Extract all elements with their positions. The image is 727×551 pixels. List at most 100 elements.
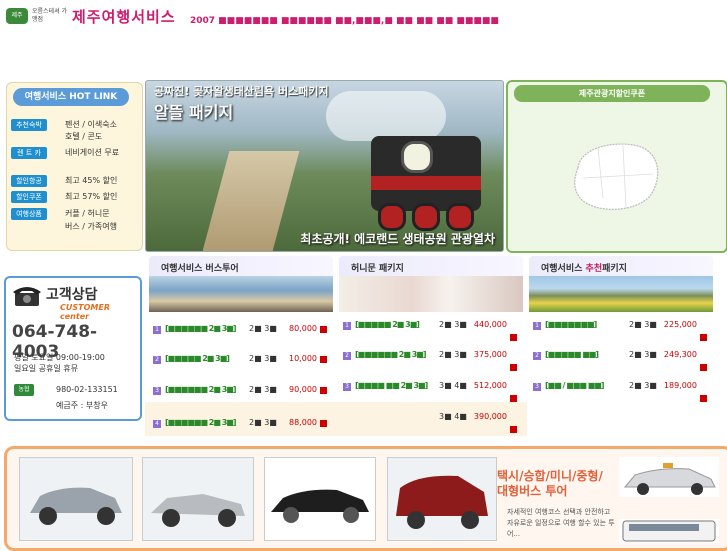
main-banner[interactable]: 공짜진! 곶자왈생태산림욕 버스패키지 알뜰 패키지 최초공개! 에코랜드 생태… xyxy=(145,80,504,252)
package-name[interactable]: [■■■■■ 2■ 3■] xyxy=(165,354,230,363)
hotlink-item-hotel[interactable]: 호텔 / 콘도 xyxy=(11,131,139,145)
logo-subtext: 오름스테셔 가맹점 xyxy=(32,8,68,23)
hours-holiday: 일요일 공휴일 휴뮤 xyxy=(14,364,78,373)
column-header: 여행서비스 추천패키지 xyxy=(529,256,713,276)
package-name[interactable]: [■■■■■ ■■] xyxy=(545,350,599,359)
hotlink-text[interactable]: 커플 / 허니문 xyxy=(65,208,110,220)
package-row[interactable]: 2 [■■■■■ 2■ 3■] 2■ 3■ 10,000 xyxy=(153,354,329,368)
package-number: 1 xyxy=(343,322,351,330)
package-price: 225,000 xyxy=(663,320,697,329)
package-row[interactable]: 1 [■■■■■ 2■ 3■] 2■ 3■ 440,000 xyxy=(343,320,519,341)
bank-logo: 농협 xyxy=(14,384,34,396)
package-marker xyxy=(700,334,707,341)
site-logo[interactable]: 제주 오름스테셔 가맹점 제주여행서비스 xyxy=(6,4,182,28)
package-row[interactable]: 3 [■■■■■■ 2■ 3■] 2■ 3■ 90,000 xyxy=(153,385,329,399)
notice-ticker[interactable]: 2007 ■■■■■■■ ■■■■■■ ■■,■■■,■ ■■ ■■ ■■ ■■… xyxy=(190,16,499,26)
package-schedule: 2■ 3■ xyxy=(249,418,277,427)
package-row[interactable]: 1 [■■■■■■■] 2■ 3■ 225,000 xyxy=(533,320,709,341)
convertible-photo[interactable] xyxy=(142,457,254,541)
package-name[interactable]: [■■■■■ 2■ 3■] xyxy=(355,320,420,329)
column-title[interactable]: 여행서비스 버스투어 xyxy=(161,261,239,274)
package-schedule: 3■ 4■ xyxy=(439,412,467,421)
column-title-main: 패키지 xyxy=(602,264,627,274)
column-title[interactable]: 허니문 패키지 xyxy=(351,261,404,274)
train-wheel xyxy=(412,203,440,231)
recommended-column: 여행서비스 추천패키지 1 [■■■■■■■] 2■ 3■ 225,000 2 … xyxy=(529,256,713,380)
coupon-map-panel[interactable]: 제주관광지할인쿠폰 xyxy=(506,80,727,253)
package-schedule: 2■ 3■ xyxy=(249,324,277,333)
column-title-prefix: 여행서비스 xyxy=(161,264,203,274)
taxi-photo[interactable] xyxy=(619,457,719,497)
package-price: 390,000 xyxy=(473,412,507,421)
hotlink-item-airfare[interactable]: 할인항공 최고 45% 할인 xyxy=(11,175,139,189)
package-row[interactable]: 3 [■■ / ■■■ ■■] 2■ 3■ 189,000 xyxy=(533,381,709,402)
car-icon xyxy=(271,489,369,523)
logo-emblem: 제주 xyxy=(6,8,28,24)
package-name[interactable]: [■■■■■■■] xyxy=(545,320,597,329)
hours-weekday: 평일 토요일 09:00-19:00 xyxy=(14,353,105,362)
column-title-highlight: 추천 xyxy=(585,264,603,274)
bus-photo[interactable] xyxy=(619,519,719,543)
package-row[interactable]: 1 [■■■■■■ 2■ 3■] 2■ 3■ 80,000 xyxy=(153,324,329,338)
train-wheel xyxy=(378,203,406,231)
hotlink-text[interactable]: 최고 45% 할인 xyxy=(65,175,117,187)
hotlink-text[interactable]: 네비게이션 무료 xyxy=(65,147,119,159)
package-name[interactable]: [■■■■■■ 2■ 3■] xyxy=(165,385,236,394)
black-sedan-photo[interactable] xyxy=(264,457,376,541)
package-number: 3 xyxy=(153,387,161,395)
hotlink-item-rentcar[interactable]: 렌 트 카 네비게이션 무료 xyxy=(11,147,139,161)
site-title: 제주여행서비스 xyxy=(72,8,176,26)
package-price: 90,000 xyxy=(289,385,317,394)
customer-center: 고객상담 CUSTOMER center 064-748-4003 평일 토요일… xyxy=(4,276,142,421)
package-price: 512,000 xyxy=(473,381,507,390)
vehicle-tour-desc: 자세적인 여행코스 선택과 안전하고 자유로운 일정으로 여행 할수 있는 투어… xyxy=(507,508,615,538)
package-price: 80,000 xyxy=(289,324,317,333)
bus-icon xyxy=(622,520,716,542)
package-marker xyxy=(510,395,517,402)
hotlink-tag: 추천숙박 xyxy=(11,119,47,131)
banner-title: 알뜰 패키지 xyxy=(154,103,234,122)
sedan-photo[interactable] xyxy=(19,457,133,541)
hotlink-item-tour[interactable]: 여행상품 커플 / 허니문 xyxy=(11,208,139,222)
customer-subtitle: CUSTOMER center xyxy=(60,303,110,321)
package-number: 3 xyxy=(533,383,541,391)
hotlink-item-coupon[interactable]: 할인쿠폰 최고 57% 할인 xyxy=(11,191,139,205)
hotlink-text[interactable]: 호텔 / 콘도 xyxy=(65,131,102,143)
flowers-photo[interactable] xyxy=(339,276,523,312)
package-number: 3 xyxy=(343,383,351,391)
field-photo[interactable] xyxy=(529,276,713,312)
hotlink-tag: 할인항공 xyxy=(11,175,47,187)
package-number: 2 xyxy=(153,356,161,364)
package-name[interactable]: [■■■■ ■■ 2■ 3■] xyxy=(355,381,428,390)
minivan-photo[interactable] xyxy=(387,457,497,541)
banner-path xyxy=(202,151,300,251)
column-title-prefix: 여행서비스 xyxy=(541,264,583,274)
package-marker xyxy=(320,356,327,363)
vehicle-tour-title[interactable]: 택시/승합/미니/중형/대형버스 투어 xyxy=(497,469,607,499)
jeju-map-icon[interactable] xyxy=(568,138,664,214)
package-name[interactable]: [■■ / ■■■ ■■] xyxy=(545,381,604,390)
package-row[interactable]: 3 [■■■■ ■■ 2■ 3■] 3■ 4■ 512,000 xyxy=(343,381,519,402)
package-schedule: 2■ 3■ xyxy=(439,320,467,329)
package-name[interactable]: [■■■■■■ 2■ 3■] xyxy=(355,350,426,359)
beach-photo[interactable] xyxy=(149,276,333,312)
car-icon xyxy=(396,475,488,529)
package-row[interactable]: 3■ 4■ 390,000 xyxy=(343,412,519,433)
column-title-main: 패키지 xyxy=(378,264,404,274)
hotlink-text[interactable]: 최고 57% 할인 xyxy=(65,191,117,203)
hotlink-text[interactable]: 펜션 / 이색숙소 xyxy=(65,119,117,131)
banner-top-text: 공짜진! 곶자왈생태산림욕 버스패키지 xyxy=(154,85,329,98)
package-row[interactable]: 2 [■■■■■ ■■] 2■ 3■ 249,300 xyxy=(533,350,709,371)
column-title[interactable]: 여행서비스 추천패키지 xyxy=(541,261,627,274)
package-schedule: 2■ 3■ xyxy=(249,354,277,363)
package-name[interactable]: [■■■■■■ 2■ 3■] xyxy=(165,418,236,427)
package-name[interactable]: [■■■■■■ 2■ 3■] xyxy=(165,324,236,333)
package-row[interactable]: 4 [■■■■■■ 2■ 3■] 2■ 3■ 88,000 xyxy=(153,418,329,432)
package-row[interactable]: 2 [■■■■■■ 2■ 3■] 2■ 3■ 375,000 xyxy=(343,350,519,371)
package-price: 189,000 xyxy=(663,381,697,390)
telephone-icon xyxy=(13,287,41,306)
column-header: 허니문 패키지 xyxy=(339,256,523,276)
car-icon xyxy=(151,494,245,527)
hotlink-item-bus[interactable]: 버스 / 가족여행 xyxy=(11,221,139,235)
hotlink-text[interactable]: 버스 / 가족여행 xyxy=(65,221,117,233)
